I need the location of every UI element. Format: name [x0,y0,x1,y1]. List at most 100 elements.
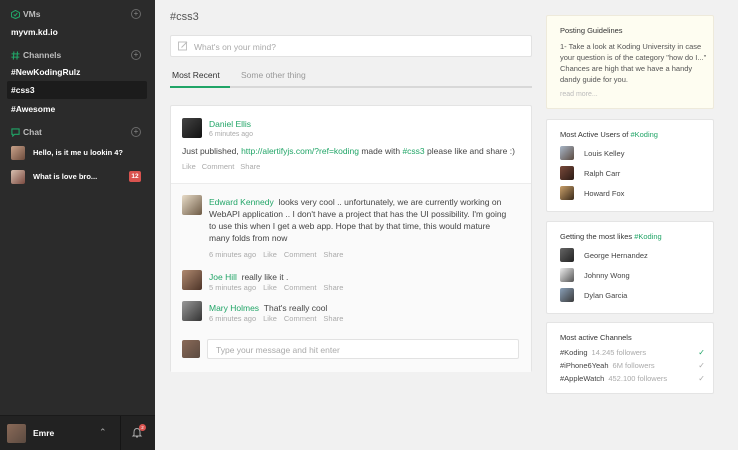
like-button[interactable]: Like [182,162,196,171]
channel-row[interactable]: #AppleWatch 452.100 followers ✓ [560,374,705,386]
avatar [560,268,574,282]
user-row[interactable]: George Hernandez [560,248,710,264]
comment-button[interactable]: Comment [284,250,317,259]
card-title: Most Active Users of #Koding [560,130,658,139]
reply-input[interactable]: Type your message and hit enter [207,339,519,359]
posting-guidelines-card: Posting Guidelines 1- Take a look at Kod… [546,15,714,109]
channel-row[interactable]: #iPhone6Yeah 6M followers ✓ [560,361,705,373]
tab-some-other-thing[interactable]: Some other thing [241,70,306,80]
user-name[interactable]: Emre [33,428,54,438]
avatar [11,146,25,160]
check-icon[interactable]: ✓ [698,361,705,370]
comment-meta: 6 minutes ago Like Comment Share [209,250,350,259]
comments-list: Edward Kennedy looks very cool .. unfort… [171,183,531,372]
pencil-icon [178,41,188,51]
chat-item-label: What is love bro... [33,172,98,181]
avatar[interactable] [182,301,202,321]
tab-most-recent[interactable]: Most Recent [172,70,220,80]
composer-placeholder: What's on your mind? [194,42,276,52]
add-chat-icon[interactable]: + [131,127,141,137]
most-active-channels-card: Most active Channels #Koding 14.245 follo… [546,322,714,394]
check-icon[interactable]: ✓ [698,374,705,383]
post-card: Daniel Ellis 6 minutes ago Just publishe… [170,105,532,372]
share-button[interactable]: Share [323,314,343,323]
chevron-up-icon[interactable]: ⌃ [99,427,107,438]
card-title: Getting the most likes #Koding [560,232,662,241]
add-vm-icon[interactable]: + [131,9,141,19]
post-author[interactable]: Daniel Ellis [209,119,251,129]
vms-header-label: VMs [23,9,41,19]
comment-author[interactable]: Edward Kennedy [209,197,274,207]
channel-name: #iPhone6Yeah [560,361,609,370]
check-icon[interactable]: ✓ [698,348,705,357]
share-button[interactable]: Share [323,250,343,259]
user-avatar[interactable] [7,424,26,443]
comment-text: Mary Holmes That's really cool [209,302,509,314]
feed-tabs: Most Recent Some other thing [170,68,532,88]
user-name: Dylan Garcia [584,291,628,300]
read-more-link[interactable]: read more... [560,91,598,98]
avatar [560,288,574,302]
hash-icon [11,51,20,60]
post-link[interactable]: http://alertifyjs.com/?ref=koding [241,146,359,156]
avatar[interactable] [182,195,202,215]
reply-box: Type your message and hit enter [182,339,522,359]
guidelines-text: 1- Take a look at Koding University in c… [560,42,707,84]
active-tab-indicator [170,86,230,88]
post-body-text: please like and share :) [424,146,515,156]
vm-icon [11,10,20,19]
comment-author[interactable]: Mary Holmes [209,303,259,313]
user-row[interactable]: Louis Kelley [560,146,710,162]
sidebar-item-newkodingrulz[interactable]: #NewKodingRulz [7,63,147,81]
user-row[interactable]: Johnny Wong [560,268,710,284]
like-button[interactable]: Like [263,250,277,259]
user-name: Johnny Wong [584,271,630,280]
like-button[interactable]: Like [263,283,277,292]
user-row[interactable]: Dylan Garcia [560,288,710,304]
share-button[interactable]: Share [323,283,343,292]
user-bar: Emre ⌃ 2 [0,415,155,450]
chat-item[interactable]: Hello, is it me u lookin 4? [7,144,147,164]
comment-meta: 5 minutes ago Like Comment Share [209,283,350,292]
avatar [560,146,574,160]
user-name: Howard Fox [584,189,625,198]
post-composer[interactable]: What's on your mind? [170,35,532,57]
share-button[interactable]: Share [240,162,260,171]
add-channel-icon[interactable]: + [131,50,141,60]
post-timestamp: 6 minutes ago [209,131,253,138]
comment-text: Joe Hill really like it . [209,271,509,283]
unread-badge: 12 [129,171,141,182]
chat-item-label: Hello, is it me u lookin 4? [33,148,124,157]
post-hashtag[interactable]: #css3 [402,146,424,156]
channel-row[interactable]: #Koding 14.245 followers ✓ [560,348,705,360]
avatar [182,340,200,358]
card-title: Posting Guidelines [560,26,623,35]
comment-button[interactable]: Comment [284,283,317,292]
card-title-hashtag[interactable]: #Koding [634,232,662,241]
chat-bubble-icon [11,128,20,137]
avatar[interactable] [182,270,202,290]
channel-name: #AppleWatch [560,374,605,383]
comment-button[interactable]: Comment [284,314,317,323]
reply-placeholder: Type your message and hit enter [216,345,340,355]
vms-section-header: VMs + [0,8,155,22]
like-button[interactable]: Like [263,314,277,323]
card-title-hashtag[interactable]: #Koding [630,130,658,139]
channels-header-label: Channels [23,50,62,60]
comment-meta: 6 minutes ago Like Comment Share [209,314,350,323]
sidebar-item-vm[interactable]: myvm.kd.io [7,23,147,41]
comment-body: That's really cool [263,303,328,313]
avatar[interactable] [182,118,202,138]
user-row[interactable]: Howard Fox [560,186,710,202]
post-body: Just published, http://alertifyjs.com/?r… [182,146,515,156]
sidebar-item-css3[interactable]: #css3 [7,81,147,99]
page-title: #css3 [170,11,199,23]
comment-text: Edward Kennedy looks very cool .. unfort… [209,196,509,244]
user-row[interactable]: Ralph Carr [560,166,710,182]
chat-item[interactable]: What is love bro... 12 [7,168,147,188]
avatar [560,248,574,262]
sidebar-item-awesome[interactable]: #Awesome [7,100,147,118]
card-title-text: Getting the most likes [560,232,635,241]
comment-author[interactable]: Joe Hill [209,272,237,282]
comment-button[interactable]: Comment [202,162,235,171]
